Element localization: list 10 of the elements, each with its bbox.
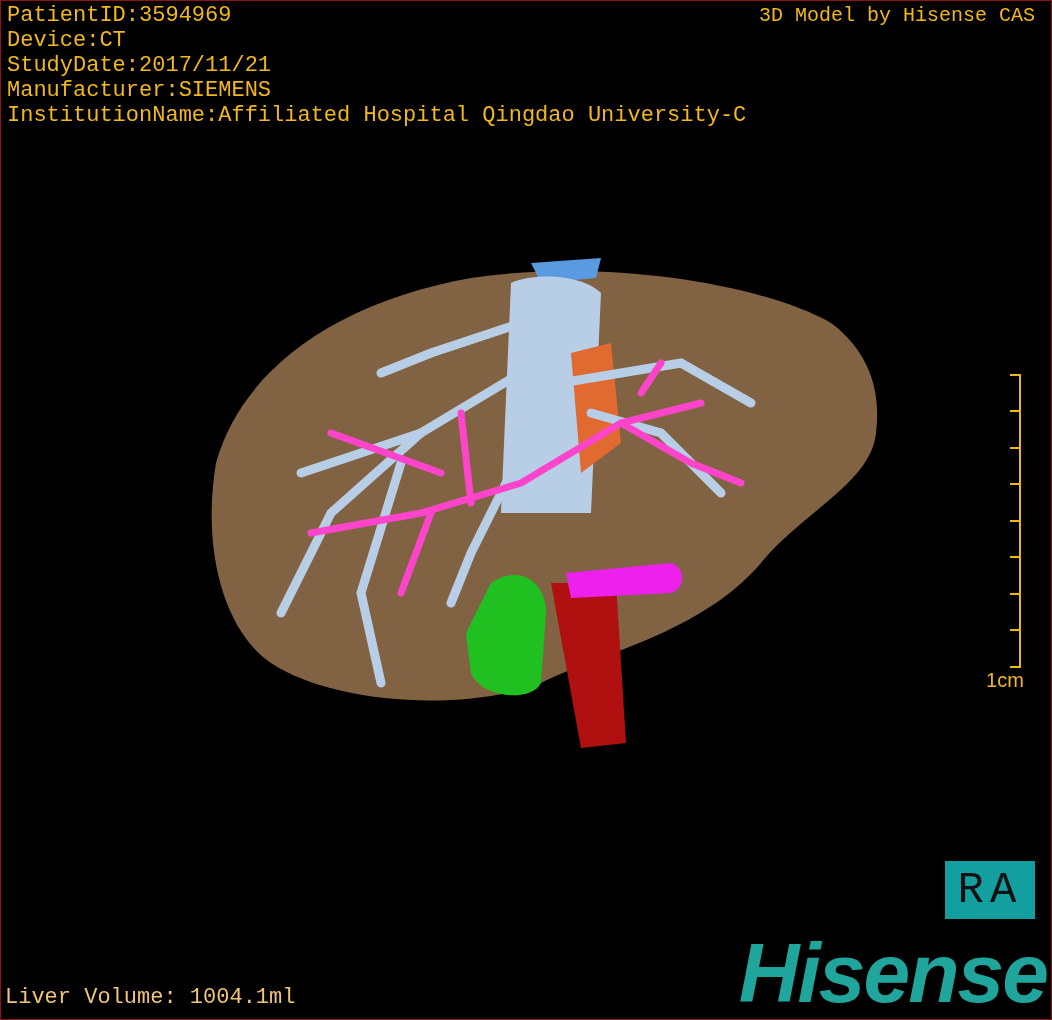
patient-info-line: Device:CT — [7, 28, 127, 53]
model-title: 3D Model by Hisense CAS — [758, 3, 1036, 29]
liver-volume-text: Liver Volume: 1004.1ml — [4, 985, 296, 1012]
patient-info-line: StudyDate:2017/11/21 — [7, 53, 273, 78]
patient-info-line: PatientID:3594969 — [7, 3, 233, 28]
patient-info-line: InstitutionName:Affiliated Hospital Qingdao University-C — [7, 103, 747, 128]
brand-logo: Hisense — [738, 935, 1048, 1019]
orientation-marker: RA — [945, 861, 1035, 919]
scale-label: 1cm — [986, 669, 1024, 691]
patient-info-line: Manufacturer:SIEMENS — [7, 78, 273, 103]
